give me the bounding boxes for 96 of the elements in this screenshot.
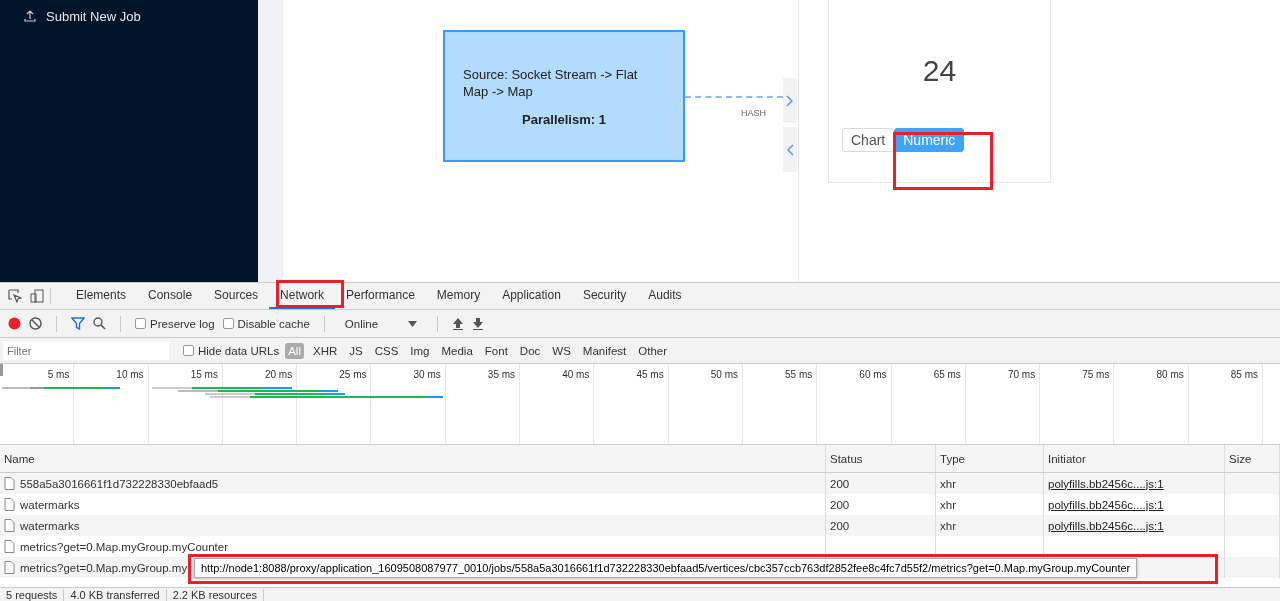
type-filter[interactable]: Font (481, 342, 511, 359)
cursor-icon (8, 289, 22, 303)
devtools-tab[interactable]: Memory (425, 283, 492, 309)
timeline-tick: 55 ms (785, 369, 813, 380)
dropdown-icon (408, 320, 418, 327)
option-checkbox[interactable]: Disable cache (222, 317, 310, 330)
status-text: 5 requests (0, 588, 65, 601)
type-filter[interactable]: WS (549, 342, 574, 359)
timeline-tick: 80 ms (1156, 369, 1184, 380)
option-checkbox[interactable]: Hide data URLs (183, 344, 280, 357)
timeline-tick: 65 ms (933, 369, 961, 380)
column-header[interactable]: Name (0, 445, 826, 472)
throttling-select[interactable]: Online (338, 317, 424, 330)
request-name[interactable]: watermarks (20, 498, 80, 511)
request-name[interactable]: watermarks (20, 519, 80, 532)
record-icon (8, 317, 21, 330)
graph-node[interactable]: Source: Socket Stream -> Flat Map -> Map Parallelism: 1 (443, 30, 685, 162)
status-code: 200 (830, 477, 850, 490)
status-code: 200 (830, 498, 850, 511)
type-filter[interactable]: Img (407, 342, 433, 359)
column-header[interactable]: Size (1225, 445, 1280, 472)
timeline-tick: 35 ms (487, 369, 516, 380)
filter-field[interactable]: Filter (3, 341, 169, 360)
upload-icon (452, 317, 465, 330)
record-button[interactable] (8, 317, 21, 330)
search-icon (93, 317, 106, 330)
search-button[interactable] (93, 317, 106, 330)
type-filter[interactable]: Media (438, 342, 476, 359)
request-name[interactable]: metrics?get=0.Map.myGroup.myCounter (20, 540, 229, 553)
option-checkbox[interactable]: Preserve log (135, 317, 215, 330)
status-code: 200 (830, 519, 850, 532)
initiator-link[interactable]: polyfills.bb2456c....js:1 (1048, 477, 1164, 490)
download-icon (472, 317, 485, 330)
file-icon (4, 561, 15, 574)
inspect-button[interactable] (8, 289, 22, 303)
timeline-tick: 50 ms (710, 369, 738, 380)
devtools-tab[interactable]: Application (491, 283, 572, 309)
type-filter[interactable]: JS (346, 342, 366, 359)
timeline-tick: 75 ms (1082, 369, 1110, 380)
devtools-tab[interactable]: Performance (335, 283, 426, 309)
annotation-box (276, 280, 344, 308)
timeline-tick: 85 ms (1230, 369, 1259, 380)
chevron-right-icon (786, 94, 794, 107)
devtools-tab[interactable]: Security (571, 283, 638, 309)
devtools-tab[interactable]: Sources (203, 283, 270, 309)
url-tooltip: http://node1:8088/proxy/application_1609508087977_0010/jobs/558a5a3016661f1d732228330ebfaad5/vertices/cbc357ccb763df2852fee8c4fc7d55f2/metrics?get=0.Map.myGroup.myCounter (194, 558, 1138, 578)
timeline-tick: 5 ms (47, 369, 70, 380)
clear-icon (29, 317, 42, 330)
timeline-tick: 70 ms (1007, 369, 1036, 380)
file-icon (4, 477, 15, 490)
filter-button[interactable] (71, 317, 85, 330)
status-text: 2.2 KB resources (166, 588, 265, 601)
type-filter[interactable]: Manifest (579, 342, 630, 359)
initiator-link[interactable]: polyfills.bb2456c....js:1 (1048, 519, 1164, 532)
devtools-tab[interactable]: Elements (65, 283, 138, 309)
view-toggle[interactable]: Chart (842, 128, 895, 152)
devtools-tab[interactable]: Audits (637, 283, 693, 309)
status-text: 4.0 KB transferred (64, 588, 167, 601)
type-filter[interactable]: XHR (309, 342, 341, 359)
timeline-tick: 15 ms (190, 369, 218, 380)
sidebar-item[interactable]: Submit New Job (0, 6, 258, 26)
column-header[interactable]: Type (936, 445, 1044, 472)
node-title: Source: Socket Stream -> Flat Map -> Map (463, 66, 639, 100)
device-icon (30, 289, 44, 303)
type-filter[interactable]: Doc (516, 342, 544, 359)
edge-label: HASH (741, 108, 767, 118)
request-type: xhr (940, 519, 956, 532)
timeline-tick: 45 ms (636, 369, 664, 380)
upload-icon (24, 10, 36, 22)
file-icon (4, 498, 15, 511)
file-icon (4, 519, 15, 532)
device-button[interactable] (30, 289, 44, 303)
request-type: xhr (940, 498, 956, 511)
column-header[interactable]: Initiator (1044, 445, 1225, 472)
timeline-tick: 60 ms (859, 369, 887, 380)
timeline-tick: 40 ms (562, 369, 590, 380)
timeline-tick: 10 ms (116, 369, 144, 380)
clear-button[interactable] (29, 317, 42, 330)
request-type: xhr (940, 477, 956, 490)
type-filter[interactable]: CSS (371, 342, 402, 359)
chevron-left-icon (786, 143, 794, 156)
import-button[interactable] (452, 317, 465, 330)
type-filter[interactable]: Other (635, 342, 671, 359)
export-button[interactable] (472, 317, 485, 330)
metric-value: 24 (922, 54, 957, 88)
timeline-tick: 30 ms (413, 369, 441, 380)
devtools-tab[interactable]: Console (137, 283, 204, 309)
request-name[interactable]: metrics?get=0.Map.myGroup.my (20, 561, 188, 574)
column-header[interactable]: Status (826, 445, 936, 472)
timeline-tick: 20 ms (264, 369, 293, 380)
file-icon (4, 540, 15, 553)
initiator-link[interactable]: polyfills.bb2456c....js:1 (1048, 498, 1164, 511)
request-name[interactable]: 558a5a3016661f1d732228330ebfaad5 (20, 477, 219, 490)
timeline-tick: 25 ms (339, 369, 367, 380)
node-parallelism: Parallelism: 1 (521, 112, 607, 127)
funnel-icon (71, 317, 85, 330)
